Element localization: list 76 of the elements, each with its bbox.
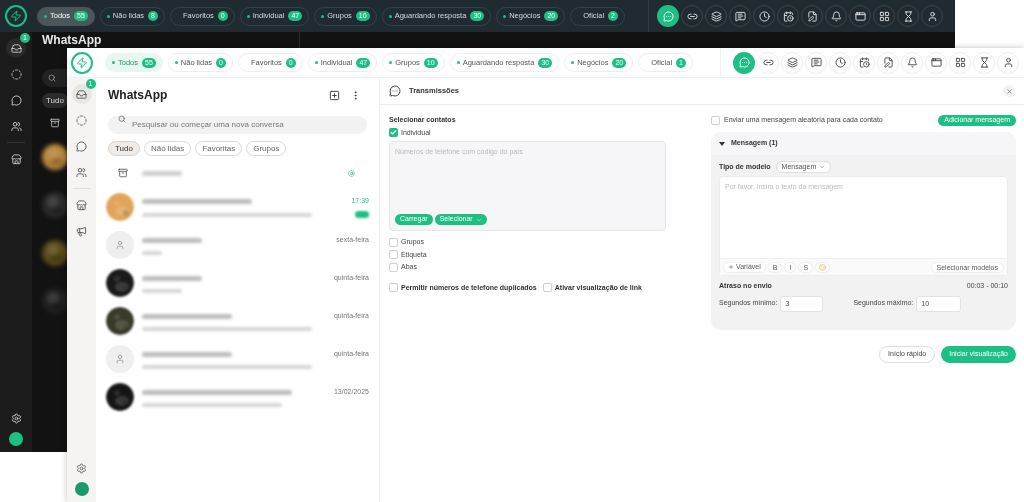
status-icon — [10, 68, 22, 80]
megaphone-icon — [76, 225, 87, 237]
redacted-bar — [142, 276, 202, 281]
chat-tool-button[interactable] — [657, 5, 679, 27]
new-chat-icon[interactable] — [329, 89, 340, 101]
grid-icon — [954, 57, 966, 68]
link-icon — [762, 57, 774, 68]
checkbox[interactable] — [711, 116, 720, 125]
archive-icon — [50, 118, 60, 128]
inbox-icon — [76, 88, 87, 100]
redacted-bar — [142, 170, 182, 176]
chevron-down-icon — [475, 216, 482, 223]
settings-icon[interactable] — [76, 463, 87, 474]
profile-avatar[interactable] — [9, 432, 23, 446]
layers-icon — [710, 10, 722, 22]
close-button[interactable] — [1003, 85, 1015, 97]
store-icon — [76, 199, 87, 211]
chat-icon — [10, 94, 22, 106]
filter-chip[interactable]: Tudo — [42, 93, 68, 108]
sidebar-item[interactable] — [6, 38, 26, 58]
clock-icon — [834, 57, 846, 68]
checkbox[interactable] — [389, 250, 398, 260]
lightning-icon — [75, 56, 88, 69]
checkbox[interactable] — [389, 283, 398, 293]
broadcast-icon — [389, 85, 401, 97]
panel-title: WhatsApp — [108, 87, 168, 104]
community-icon — [76, 166, 87, 178]
redacted-bar — [142, 288, 182, 293]
chevron-down-icon — [819, 164, 826, 170]
message-icon — [734, 10, 746, 22]
redacted-bar — [142, 238, 202, 243]
calendar-icon — [782, 10, 794, 22]
document-edit-icon — [882, 57, 894, 68]
unread-badge — [355, 211, 369, 219]
message-icon — [810, 57, 822, 68]
user-icon — [926, 10, 938, 22]
plus-icon — [728, 264, 734, 270]
bell-icon — [830, 10, 842, 22]
clock-icon — [758, 10, 770, 22]
inbox-icon — [10, 42, 22, 54]
grid-icon — [878, 10, 890, 22]
document-edit-icon — [806, 10, 818, 22]
chat-icon — [76, 140, 87, 152]
search-field[interactable]: Pesquisar ou começar uma nova conversa — [108, 115, 367, 134]
archive-icon — [118, 168, 128, 178]
redacted-bar — [142, 250, 162, 255]
chat-icon — [738, 57, 750, 68]
checkbox[interactable] — [389, 128, 398, 138]
checkbox[interactable] — [389, 262, 398, 272]
panel-title: WhatsApp — [42, 34, 102, 47]
person-icon — [115, 240, 125, 250]
search-icon — [118, 115, 126, 123]
checkbox[interactable] — [542, 283, 552, 293]
caret-icon[interactable] — [719, 140, 725, 147]
layers-icon — [786, 57, 798, 68]
user-icon — [1002, 57, 1014, 68]
chat-icon — [662, 10, 674, 22]
status-icon — [76, 114, 87, 126]
person-icon — [115, 354, 125, 364]
bell-icon — [906, 57, 918, 68]
close-icon — [1005, 87, 1013, 95]
check-icon — [390, 129, 397, 137]
calendar-icon — [858, 57, 870, 68]
window-icon — [930, 57, 942, 68]
window-icon — [854, 10, 866, 22]
mention-icon — [348, 169, 355, 177]
store-icon — [10, 153, 22, 165]
community-icon — [10, 120, 22, 132]
checkbox[interactable] — [389, 237, 398, 247]
filter-chip[interactable]: Tudo — [108, 141, 140, 156]
search-icon — [48, 74, 56, 82]
emoji-icon — [819, 263, 827, 271]
hourglass-icon — [978, 57, 990, 68]
hourglass-icon — [902, 10, 914, 22]
profile-avatar[interactable] — [74, 482, 89, 496]
lightning-icon — [10, 10, 22, 22]
